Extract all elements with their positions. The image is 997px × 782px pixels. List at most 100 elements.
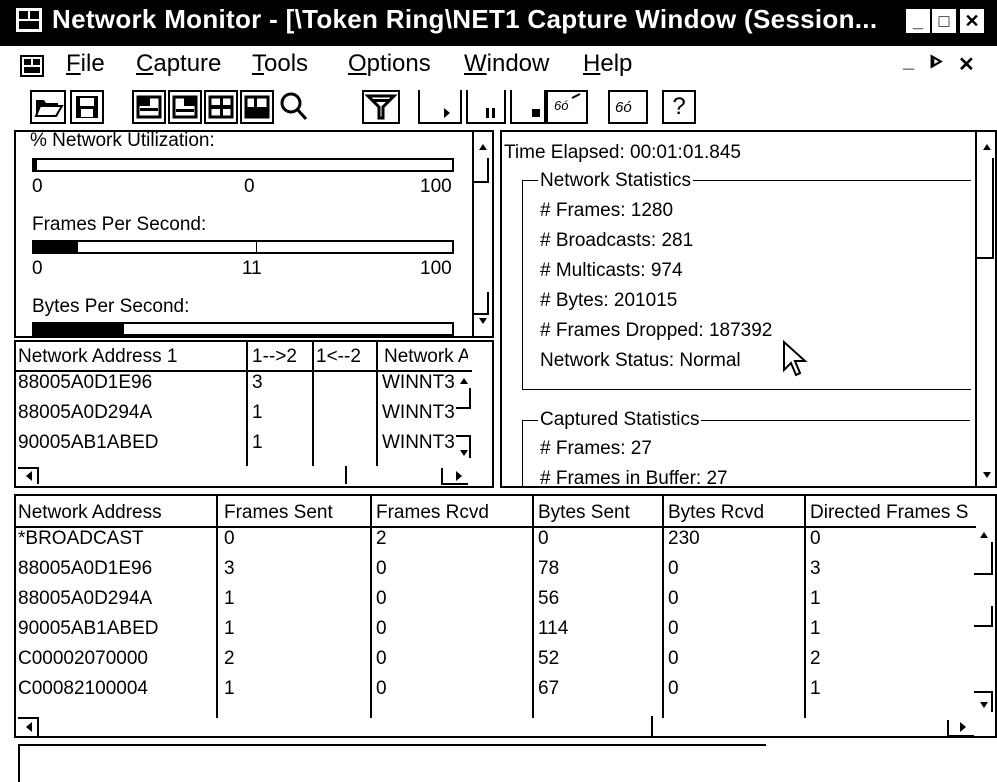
station-cell[interactable]: 0 [376, 588, 387, 610]
session-cell[interactable]: WINNT3E [382, 372, 454, 394]
station-cell[interactable]: 0 [376, 648, 387, 670]
station-cell[interactable]: 3 [224, 558, 235, 580]
station-cell[interactable]: 1 [224, 588, 235, 610]
station-address-cell[interactable]: 88005A0D294A [18, 588, 152, 610]
utilization-current: 0 [244, 176, 255, 197]
mdi-restore-button[interactable]: ᐈ [930, 52, 943, 73]
station-cell[interactable]: 1 [224, 678, 235, 700]
station-header-address[interactable]: Network Address [18, 502, 162, 524]
save-icon[interactable] [70, 90, 104, 124]
station-address-cell[interactable]: 88005A0D1E96 [18, 558, 152, 580]
station-hscroll[interactable] [16, 716, 995, 736]
station-vscroll[interactable] [974, 496, 995, 718]
pane-icon[interactable] [204, 90, 238, 124]
session-cell[interactable]: WINNT3E [382, 432, 454, 454]
station-header-directed[interactable]: Directed Frames S [810, 502, 974, 524]
station-cell[interactable]: 1 [224, 618, 235, 640]
session-cell[interactable]: WINNT3E [382, 402, 454, 424]
session-hscroll[interactable] [16, 466, 472, 486]
station-cell[interactable]: 52 [538, 648, 559, 670]
session-cell[interactable]: 88005A0D294A [18, 402, 152, 424]
menu-help[interactable]: Help [583, 50, 632, 78]
pane-icon[interactable] [132, 90, 166, 124]
station-cell[interactable]: 2 [376, 528, 387, 550]
session-header-1to2[interactable]: 1-->2 [252, 346, 297, 368]
network-status: Network Status: Normal [540, 350, 741, 371]
session-cell[interactable]: 1 [252, 402, 263, 424]
close-button[interactable]: ✕ [960, 9, 984, 33]
minimize-button[interactable]: _ [906, 9, 930, 33]
station-header-frames-sent[interactable]: Frames Sent [224, 502, 333, 524]
station-header-bytes-rcvd[interactable]: Bytes Rcvd [668, 502, 764, 524]
station-header-divider [16, 526, 976, 528]
session-cell[interactable]: 3 [252, 372, 263, 394]
graph-scrollbar[interactable] [472, 132, 492, 336]
session-vscroll[interactable] [456, 342, 472, 466]
station-cell[interactable]: 2 [224, 648, 235, 670]
station-address-cell[interactable]: 90005AB1ABED [18, 618, 159, 640]
maximize-button[interactable]: □ [932, 9, 956, 33]
station-cell[interactable]: 1 [810, 588, 821, 610]
help-icon[interactable]: ? [662, 90, 696, 124]
station-cell[interactable]: 0 [810, 528, 821, 550]
menu-capture[interactable]: Capture [136, 50, 221, 78]
station-pane: Network Address Frames Sent Frames Rcvd … [14, 494, 997, 738]
stop-icon[interactable] [510, 90, 546, 124]
session-cell[interactable]: 88005A0D1E96 [18, 372, 152, 394]
station-cell[interactable]: 0 [668, 618, 679, 640]
station-cell[interactable]: 3 [810, 558, 821, 580]
station-cell[interactable]: 114 [538, 618, 568, 640]
station-cell[interactable]: 0 [668, 558, 679, 580]
find-icon[interactable] [276, 90, 310, 124]
station-address-cell[interactable]: C00002070000 [18, 648, 148, 670]
time-elapsed: Time Elapsed: 00:01:01.845 [504, 142, 741, 163]
menu-options[interactable]: Options [348, 50, 431, 78]
station-address-cell[interactable]: *BROADCAST [18, 528, 144, 550]
open-icon[interactable] [30, 90, 66, 124]
stats-scrollbar[interactable] [975, 132, 995, 486]
stop-view-icon[interactable]: 6ó [546, 90, 588, 124]
document-icon[interactable] [18, 52, 48, 80]
menu-file[interactable]: File [66, 50, 105, 78]
station-col-divider [370, 496, 372, 718]
filter-icon[interactable] [362, 90, 400, 124]
station-cell[interactable]: 0 [668, 648, 679, 670]
session-cell[interactable]: 90005AB1ABED [18, 432, 159, 454]
station-cell[interactable]: 67 [538, 678, 559, 700]
station-header-frames-rcvd[interactable]: Frames Rcvd [376, 502, 489, 524]
fps-current: 11 [242, 258, 262, 279]
bps-bar [32, 322, 454, 336]
pause-icon[interactable] [466, 90, 506, 124]
view-icon[interactable]: 6ó [608, 90, 648, 124]
pane-icon[interactable] [168, 90, 202, 124]
menu-window[interactable]: Window [464, 50, 549, 78]
pane-icon[interactable] [240, 90, 274, 124]
station-cell[interactable]: 1 [810, 618, 821, 640]
station-cell[interactable]: 0 [376, 678, 387, 700]
start-icon[interactable] [418, 90, 462, 124]
utilization-fill [34, 160, 37, 170]
session-header-address[interactable]: Network Address 1 [18, 346, 177, 368]
station-header-bytes-sent[interactable]: Bytes Sent [538, 502, 630, 524]
menu-tools[interactable]: Tools [252, 50, 308, 78]
station-cell[interactable]: 78 [538, 558, 559, 580]
station-cell[interactable]: 230 [668, 528, 700, 550]
stats-pane: Time Elapsed: 00:01:01.845 Network Stati… [500, 130, 997, 488]
station-cell[interactable]: 0 [224, 528, 235, 550]
session-cell[interactable]: 1 [252, 432, 263, 454]
mdi-minimize-button[interactable]: _ [903, 50, 914, 73]
station-cell[interactable]: 0 [668, 678, 679, 700]
station-cell[interactable]: 0 [668, 588, 679, 610]
session-header-2to1[interactable]: 1<--2 [316, 346, 361, 368]
station-address-cell[interactable]: C00082100004 [18, 678, 148, 700]
station-cell[interactable]: 0 [376, 558, 387, 580]
fps-min: 0 [32, 258, 43, 279]
station-cell[interactable]: 1 [810, 678, 821, 700]
app-icon[interactable] [14, 6, 44, 34]
station-cell[interactable]: 56 [538, 588, 559, 610]
station-cell[interactable]: 0 [376, 618, 387, 640]
station-cell[interactable]: 2 [810, 648, 821, 670]
window-title: Network Monitor - [\Token Ring\NET1 Capt… [52, 4, 878, 34]
station-cell[interactable]: 0 [538, 528, 549, 550]
mdi-close-button[interactable]: ✕ [958, 52, 975, 77]
